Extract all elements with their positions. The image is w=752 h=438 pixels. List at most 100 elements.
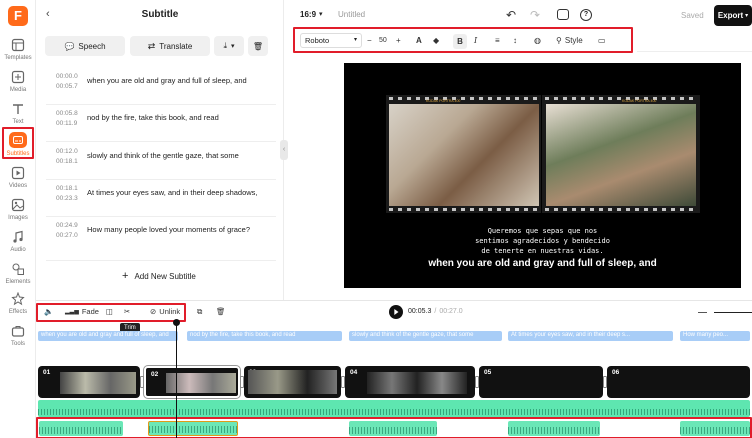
collapse-panel-handle[interactable]: ‹: [280, 140, 288, 160]
subtitle-text[interactable]: How many people loved your moments of gr…: [87, 225, 250, 234]
project-name[interactable]: Untitled: [338, 10, 365, 19]
comment-icon[interactable]: ▭: [598, 36, 606, 45]
tools-icon: [11, 326, 25, 337]
chevron-down-icon: ▾: [319, 11, 323, 18]
subtitle-text[interactable]: At times your eyes saw, and in their dee…: [87, 188, 258, 197]
audio-clip[interactable]: [39, 421, 123, 436]
subtitle-text[interactable]: nod by the fire, take this book, and rea…: [87, 113, 219, 122]
nav-audio[interactable]: Audio: [2, 230, 34, 258]
speech-button[interactable]: 💬 Speech: [45, 36, 125, 56]
scissors-icon[interactable]: ✂: [124, 307, 130, 316]
subtitle-clip[interactable]: How many peo...: [680, 331, 750, 341]
audio-clip[interactable]: [508, 421, 600, 436]
caption-spanish-line: sentimos agradecidos y bendecido: [475, 237, 610, 245]
font-family-value: Roboto: [305, 36, 330, 45]
nav-label: Media: [9, 87, 27, 93]
subtitle-row[interactable]: 00:00.0 00:05.7 when you are old and gray…: [56, 72, 286, 108]
clip-trim-handle[interactable]: [240, 376, 244, 388]
subtitle-clip[interactable]: nod by the fire, take this book, and rea…: [187, 331, 342, 341]
subtitle-row[interactable]: 00:24.9 00:27.0 How many people loved you…: [56, 221, 286, 257]
align-center-icon[interactable]: ≡: [495, 36, 500, 45]
help-icon[interactable]: ?: [580, 9, 592, 21]
nav-videos[interactable]: Videos: [2, 166, 34, 194]
nav-effects[interactable]: Effects: [2, 292, 34, 320]
effects-icon: [11, 292, 25, 306]
split-icon[interactable]: ◫: [106, 307, 113, 316]
film-label: KODAK PORTRA 400: [426, 99, 461, 103]
export-button[interactable]: Export ▾: [714, 5, 752, 26]
subtitle-clip[interactable]: slowly and think of the gentle gaze, tha…: [349, 331, 502, 341]
nav-elements[interactable]: Elements: [2, 262, 34, 290]
video-clip[interactable]: 01: [38, 366, 140, 398]
nav-media[interactable]: Media: [2, 70, 34, 98]
translate-label: Translate: [159, 41, 193, 51]
add-subtitle-button[interactable]: + Add New Subtitle: [122, 270, 196, 282]
bold-icon[interactable]: B: [453, 34, 467, 49]
caption-english[interactable]: when you are old and gray and full of sl…: [344, 258, 741, 269]
clip-number: 05: [484, 369, 492, 376]
video-clip[interactable]: 05: [479, 366, 603, 398]
delete-all-button[interactable]: 🗑: [248, 36, 268, 56]
redo-icon[interactable]: ↷: [530, 8, 540, 22]
clip-trim-handle[interactable]: [140, 376, 144, 388]
chevron-down-icon: ▾: [353, 37, 357, 43]
nav-subtitles[interactable]: Subtitles: [2, 132, 34, 160]
subtitle-text[interactable]: when you are old and gray and full of sl…: [87, 76, 247, 85]
font-size-increase-button[interactable]: +: [396, 36, 401, 45]
audio-clip[interactable]: [349, 421, 437, 436]
video-clip[interactable]: 04: [345, 366, 475, 398]
nav-tools[interactable]: Tools: [2, 324, 34, 352]
italic-icon[interactable]: I: [474, 36, 477, 45]
subtitle-times: 00:12.0 00:18.1: [56, 148, 78, 165]
video-preview-canvas[interactable]: KODAK PORTRA 400 KODAK PORTRA 400 Querem…: [344, 63, 741, 288]
clip-trim-handle[interactable]: [603, 376, 607, 388]
play-button[interactable]: [389, 305, 403, 319]
video-clip[interactable]: 03: [244, 366, 341, 398]
trash-icon[interactable]: 🗑: [216, 307, 226, 316]
font-size-value[interactable]: 50: [379, 37, 387, 44]
video-clip[interactable]: 06: [607, 366, 750, 398]
download-dropdown-button[interactable]: ⤓ ▾: [214, 36, 244, 56]
clip-trim-handle[interactable]: [341, 376, 345, 388]
divider: [46, 179, 276, 180]
volume-icon[interactable]: 🔈: [44, 307, 53, 316]
fade-button[interactable]: ▂▃▅ Fade: [65, 307, 99, 316]
unlink-button[interactable]: ⊘ Unlink: [150, 307, 180, 316]
font-size-decrease-button[interactable]: −: [367, 36, 372, 45]
subtitle-row[interactable]: 00:05.8 00:11.9 nod by the fire, take thi…: [56, 109, 286, 145]
audio-clip-selected[interactable]: [148, 421, 238, 436]
highlight-color-icon[interactable]: ◆: [433, 36, 439, 45]
style-button[interactable]: ⚲ Style: [556, 36, 583, 45]
layers-icon[interactable]: ◍: [534, 36, 541, 45]
subtitle-row[interactable]: 00:12.0 00:18.1 slowly and think of the g…: [56, 147, 286, 183]
audio-track[interactable]: [38, 400, 750, 417]
zoom-out-icon[interactable]: [698, 312, 707, 313]
translate-button[interactable]: ⇄ Translate: [130, 36, 210, 56]
zoom-slider[interactable]: [714, 312, 752, 313]
download-icon: ⤓: [223, 41, 228, 50]
undo-icon[interactable]: ↶: [506, 8, 516, 22]
text-color-icon[interactable]: A: [416, 36, 422, 45]
audio-waveform: [349, 427, 437, 434]
duplicate-icon[interactable]: ⧉: [197, 307, 202, 317]
caption-spanish-line: de tenerte en nuestras vidas.: [481, 247, 604, 255]
clip-trim-handle[interactable]: [475, 376, 479, 388]
export-label: Export: [717, 11, 744, 20]
video-clip-selected[interactable]: 02: [144, 366, 240, 398]
nav-templates[interactable]: Templates: [2, 38, 34, 66]
subtitle-clip[interactable]: when you are old and gray and full of sl…: [38, 331, 178, 341]
family-photo-right: [546, 104, 696, 206]
audio-clip[interactable]: [680, 421, 750, 436]
nav-images[interactable]: Images: [2, 198, 34, 226]
subtitle-row[interactable]: 00:18.1 00:23.3 At times your eyes saw, a…: [56, 184, 286, 220]
nav-label: Templates: [4, 55, 32, 61]
screenshot-icon[interactable]: [557, 9, 569, 20]
subtitle-clip[interactable]: At times your eyes saw, and in their dee…: [508, 331, 673, 341]
line-spacing-icon[interactable]: ↕: [513, 36, 517, 45]
funnel-icon: ⚲: [556, 36, 562, 45]
aspect-ratio-select[interactable]: 16:9 ▾: [300, 10, 323, 19]
nav-text[interactable]: Text: [2, 102, 34, 130]
playhead[interactable]: [176, 321, 177, 438]
font-family-select[interactable]: Roboto ▾: [300, 33, 362, 48]
subtitle-text[interactable]: slowly and think of the gentle gaze, tha…: [87, 151, 239, 160]
